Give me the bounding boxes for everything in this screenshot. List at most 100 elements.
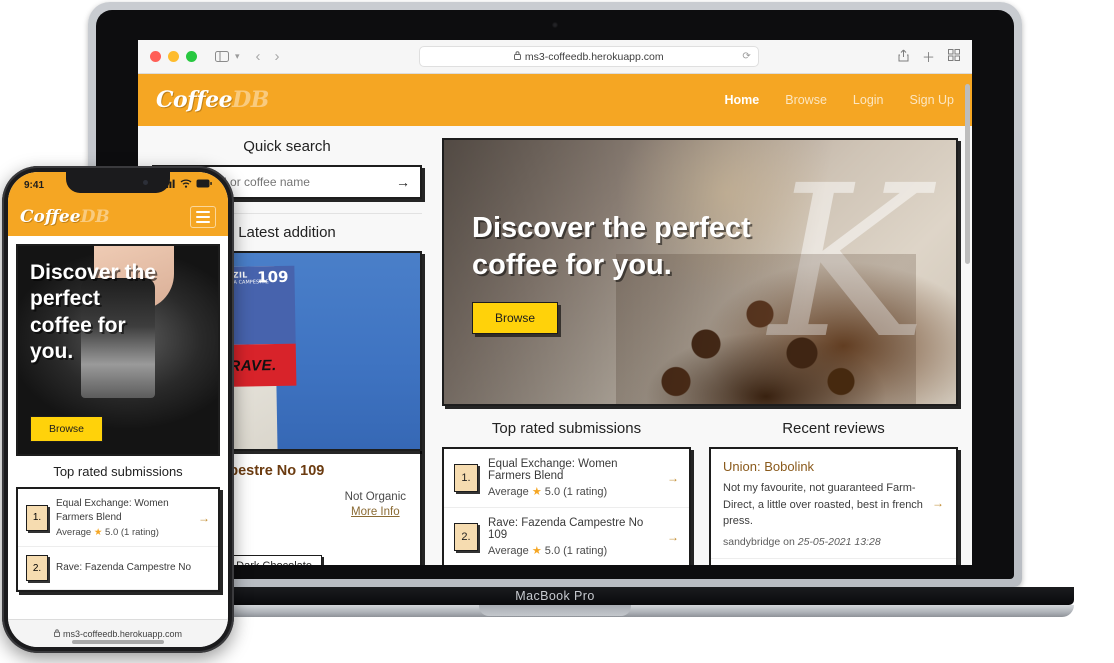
star-icon: ★: [93, 527, 103, 538]
back-arrow-icon[interactable]: ‹: [256, 48, 261, 65]
review-date: 25-05-2021 13:28: [797, 535, 881, 548]
arrow-right-icon[interactable]: →: [667, 471, 679, 485]
lock-icon: [54, 628, 61, 639]
lock-icon: [513, 51, 521, 62]
top-rated-list: 1. Equal Exchange: Women Farmers Blend A…: [442, 447, 691, 565]
list-item[interactable]: Rave: Bosques De San Francisco No. 52 A …: [711, 559, 956, 566]
plus-icon[interactable]: ＋: [922, 47, 935, 66]
wifi-icon: [180, 179, 192, 191]
close-window-button[interactable]: [150, 51, 161, 62]
site-navbar: CoffeeDB Home Browse Login Sign Up: [138, 74, 972, 126]
phone-logo-primary-text: Coffee: [20, 207, 81, 227]
submission-rating: Average ★ 5.0 (1 rating): [488, 485, 657, 498]
score-value: 5.0: [544, 545, 561, 557]
table-row[interactable]: 1. Equal Exchange: Women Farmers Blend A…: [444, 449, 689, 508]
recent-reviews-panel: Recent reviews Union: Bobolink Not my fa…: [709, 420, 958, 565]
phone-logo-secondary-text: DB: [80, 207, 110, 227]
minimize-window-button[interactable]: [168, 51, 179, 62]
phone-navbar: CoffeeDB: [8, 198, 228, 236]
hero-headline: Discover the perfect coffee for you.: [472, 212, 751, 282]
front-camera-icon: [143, 180, 148, 185]
top-rated-panel: Top rated submissions 1. Equal Exchange:…: [442, 420, 691, 565]
nav-link-browse[interactable]: Browse: [785, 93, 827, 107]
screenshot-stage: ▾ ‹ › ms3-coffeedb.herokuapp.com ⟳ ＋ Cof…: [0, 0, 1114, 663]
product-meta-right: Not Organic More Info: [345, 491, 406, 518]
page-content: Quick search → Latest addition: [138, 126, 972, 565]
battery-icon: [196, 179, 212, 191]
share-icon[interactable]: [898, 49, 909, 65]
ratings-count: (1 rating): [563, 545, 608, 557]
rank-badge: 1.: [26, 504, 48, 531]
more-info-link[interactable]: More Info: [345, 506, 406, 518]
table-row[interactable]: 2. Rave: Fazenda Campestre No 109 Averag…: [444, 508, 689, 565]
list-item[interactable]: 2. Rave: Fazenda Campestre No: [18, 547, 218, 590]
recent-reviews-title: Recent reviews: [782, 420, 885, 437]
average-label: Average: [488, 545, 529, 557]
quick-search-title: Quick search: [243, 138, 331, 155]
address-bar[interactable]: ms3-coffeedb.herokuapp.com ⟳: [418, 46, 759, 67]
page-scrollbar[interactable]: [964, 74, 971, 565]
list-item[interactable]: 1. Equal Exchange: Women Farmers Blend A…: [18, 489, 218, 547]
phone-hero-headline: Discover the perfect coffee for you.: [30, 261, 157, 363]
tab-overview-icon[interactable]: [947, 49, 960, 64]
phone-top-rated-list: 1. Equal Exchange: Women Farmers Blend A…: [16, 487, 220, 592]
submission-rating: Average ★ 5.0 (1 rating): [56, 527, 190, 538]
rank-badge: 1.: [454, 464, 478, 492]
search-submit-button[interactable]: →: [396, 174, 410, 190]
forward-arrow-icon[interactable]: ›: [275, 48, 280, 65]
recent-reviews-list: Union: Bobolink Not my favourite, not gu…: [709, 447, 958, 565]
maximize-window-button[interactable]: [186, 51, 197, 62]
iphone-mockup: 9:41 CoffeeDB Discover the perfect coffe…: [2, 166, 234, 653]
rank-badge: 2.: [26, 555, 48, 581]
arrow-right-icon[interactable]: →: [667, 530, 679, 544]
submission-rating: Average ★ 5.0 (1 rating): [488, 544, 657, 557]
phone-url-text: ms3-coffeedb.herokuapp.com: [63, 628, 182, 639]
review-on-label: on: [783, 535, 795, 548]
review-body: Union: Bobolink Not my favourite, not gu…: [723, 459, 924, 548]
right-column: K Discover the perfect coffee for you. B…: [436, 126, 972, 565]
submission-name: Equal Exchange: Women Farmers Blend: [56, 498, 169, 523]
rank-badge: 2.: [454, 523, 478, 551]
bag-number-text: 109: [257, 267, 289, 287]
list-item[interactable]: Union: Bobolink Not my favourite, not gu…: [711, 449, 956, 559]
website-viewport: CoffeeDB Home Browse Login Sign Up Quick…: [138, 74, 972, 565]
reload-icon[interactable]: ⟳: [742, 51, 750, 62]
nav-link-login[interactable]: Login: [853, 93, 884, 107]
submission-name: Equal Exchange: Women Farmers Blend: [488, 458, 618, 482]
sidebar-icon[interactable]: [215, 51, 229, 62]
hero-browse-button[interactable]: Browse: [472, 302, 559, 335]
hamburger-menu-icon[interactable]: [190, 206, 216, 228]
logo-secondary-text: DB: [232, 87, 269, 113]
nav-link-signup[interactable]: Sign Up: [910, 93, 954, 107]
top-rated-title: Top rated submissions: [491, 420, 642, 437]
row-info: Equal Exchange: Women Farmers Blend Aver…: [56, 497, 190, 538]
review-text: Not my favourite, not guaranteed Farm-Di…: [723, 482, 923, 527]
phone-hero-browse-button[interactable]: Browse: [30, 416, 104, 442]
site-logo[interactable]: CoffeeDB: [156, 87, 269, 113]
organic-status: Not Organic: [344, 491, 406, 503]
phone-site-logo[interactable]: CoffeeDB: [20, 207, 110, 227]
url-text: ms3-coffeedb.herokuapp.com: [524, 50, 664, 63]
nav-link-home[interactable]: Home: [725, 93, 760, 107]
browser-toolbar: ▾ ‹ › ms3-coffeedb.herokuapp.com ⟳ ＋: [138, 40, 972, 74]
scrollbar-thumb[interactable]: [965, 84, 970, 264]
laptop-notch: [479, 605, 631, 616]
primary-navigation: Home Browse Login Sign Up: [725, 93, 955, 107]
review-title: Union: Bobolink: [723, 459, 815, 474]
review-meta: sandybridge on 25-05-2021 13:28: [723, 536, 924, 548]
note-tag-dark-chocolate[interactable]: Dark Chocolate: [226, 555, 322, 565]
laptop-camera-icon: [552, 22, 558, 28]
status-icons: [163, 179, 212, 191]
submission-name: Rave: Fazenda Campestre No: [56, 562, 192, 573]
score-value: 5.0: [105, 527, 119, 538]
hero-content: Discover the perfect coffee for you. Bro…: [472, 210, 772, 335]
panels-row: Top rated submissions 1. Equal Exchange:…: [442, 420, 958, 565]
arrow-right-icon[interactable]: →: [932, 496, 944, 510]
phone-screen: 9:41 CoffeeDB Discover the perfect coffe…: [8, 172, 228, 647]
row-info: Rave: Fazenda Campestre No 109 Average ★…: [488, 517, 657, 557]
window-controls[interactable]: [150, 51, 197, 62]
home-indicator: [72, 640, 164, 644]
arrow-right-icon[interactable]: →: [198, 511, 210, 525]
score-value: 5.0: [544, 486, 561, 498]
chevron-down-icon[interactable]: ▾: [235, 51, 240, 62]
